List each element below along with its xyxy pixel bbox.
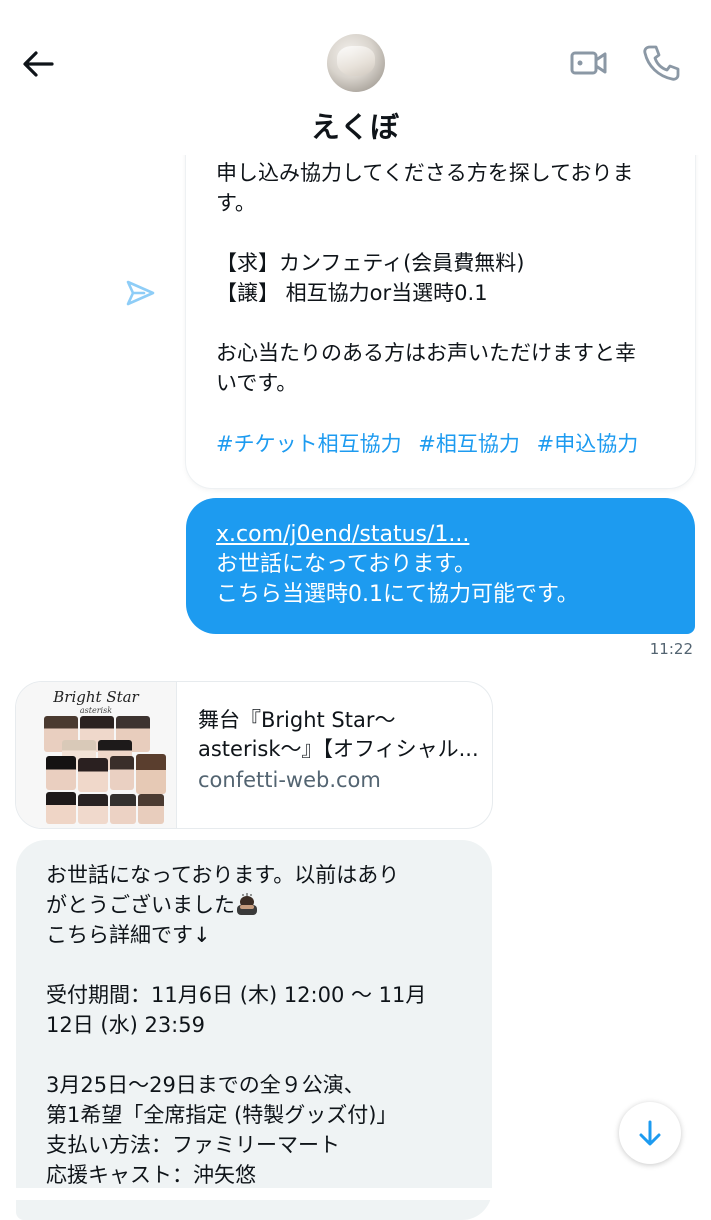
received-line-2: がとうございました <box>46 893 235 917</box>
thumbnail-logo: Bright Star <box>53 688 139 706</box>
phone-icon[interactable] <box>640 42 682 84</box>
received-detail-text: こちら詳細です↓ 受付期間：11月6日 (木) 12:00 ～ 11月 12日 … <box>46 923 427 1187</box>
link-thumbnail: Bright Star asterisk <box>16 682 177 828</box>
link-title: 舞台『Bright Star～ asterisk～』【オフィシャル... <box>198 708 479 761</box>
message-timestamp: 11:22 <box>649 640 693 658</box>
post-link[interactable]: x.com/j0end/status/1... <box>216 520 469 550</box>
avatar[interactable] <box>327 34 385 92</box>
hashtag-link[interactable]: #チケット相互協力 <box>216 432 402 456</box>
arrow-down-icon <box>639 1120 661 1146</box>
bowing-person-emoji-icon <box>237 893 257 915</box>
video-camera-icon[interactable] <box>568 42 610 84</box>
contact-name[interactable]: えくぼ <box>0 104 711 146</box>
link-preview-card[interactable]: Bright Star asterisk 舞台『Bright Star～ ast… <box>16 682 492 828</box>
received-message-text: お世話になっております。以前はあり がとうございました こちら詳細です↓ 受付期… <box>46 860 472 1190</box>
thumbnail-subtitle: asterisk <box>79 706 113 715</box>
hashtag-link[interactable]: #相互協力 <box>418 432 520 456</box>
scroll-to-bottom-button[interactable] <box>619 1102 681 1164</box>
hashtag-link[interactable]: #申込協力 <box>537 432 639 456</box>
link-domain: confetti-web.com <box>198 768 381 792</box>
sent-message-text: お世話になっております。 こちら当選時0.1にて協力可能です。 <box>216 552 579 607</box>
conversation-header: えくぼ <box>0 0 711 155</box>
received-line-1: お世話になっております。以前はあり <box>46 863 400 887</box>
bottom-edge <box>0 1188 711 1200</box>
quoted-post-text: 申し込み協力してくださる方を探しておりま す。 【求】カンフェティ(会員費無料)… <box>216 161 636 395</box>
received-message-bubble[interactable]: お世話になっております。以前はあり がとうございました こちら詳細です↓ 受付期… <box>16 840 492 1220</box>
sent-message-bubble[interactable]: x.com/j0end/status/1... お世話になっております。 こちら… <box>186 498 695 634</box>
back-arrow-icon[interactable] <box>18 44 58 84</box>
sent-status-icon <box>126 280 155 306</box>
hashtag-list: #チケット相互協力 #相互協力 #申込協力 <box>216 428 648 458</box>
quoted-post-bubble[interactable]: 申し込み協力してくださる方を探しておりま す。 【求】カンフェティ(会員費無料)… <box>186 120 695 488</box>
